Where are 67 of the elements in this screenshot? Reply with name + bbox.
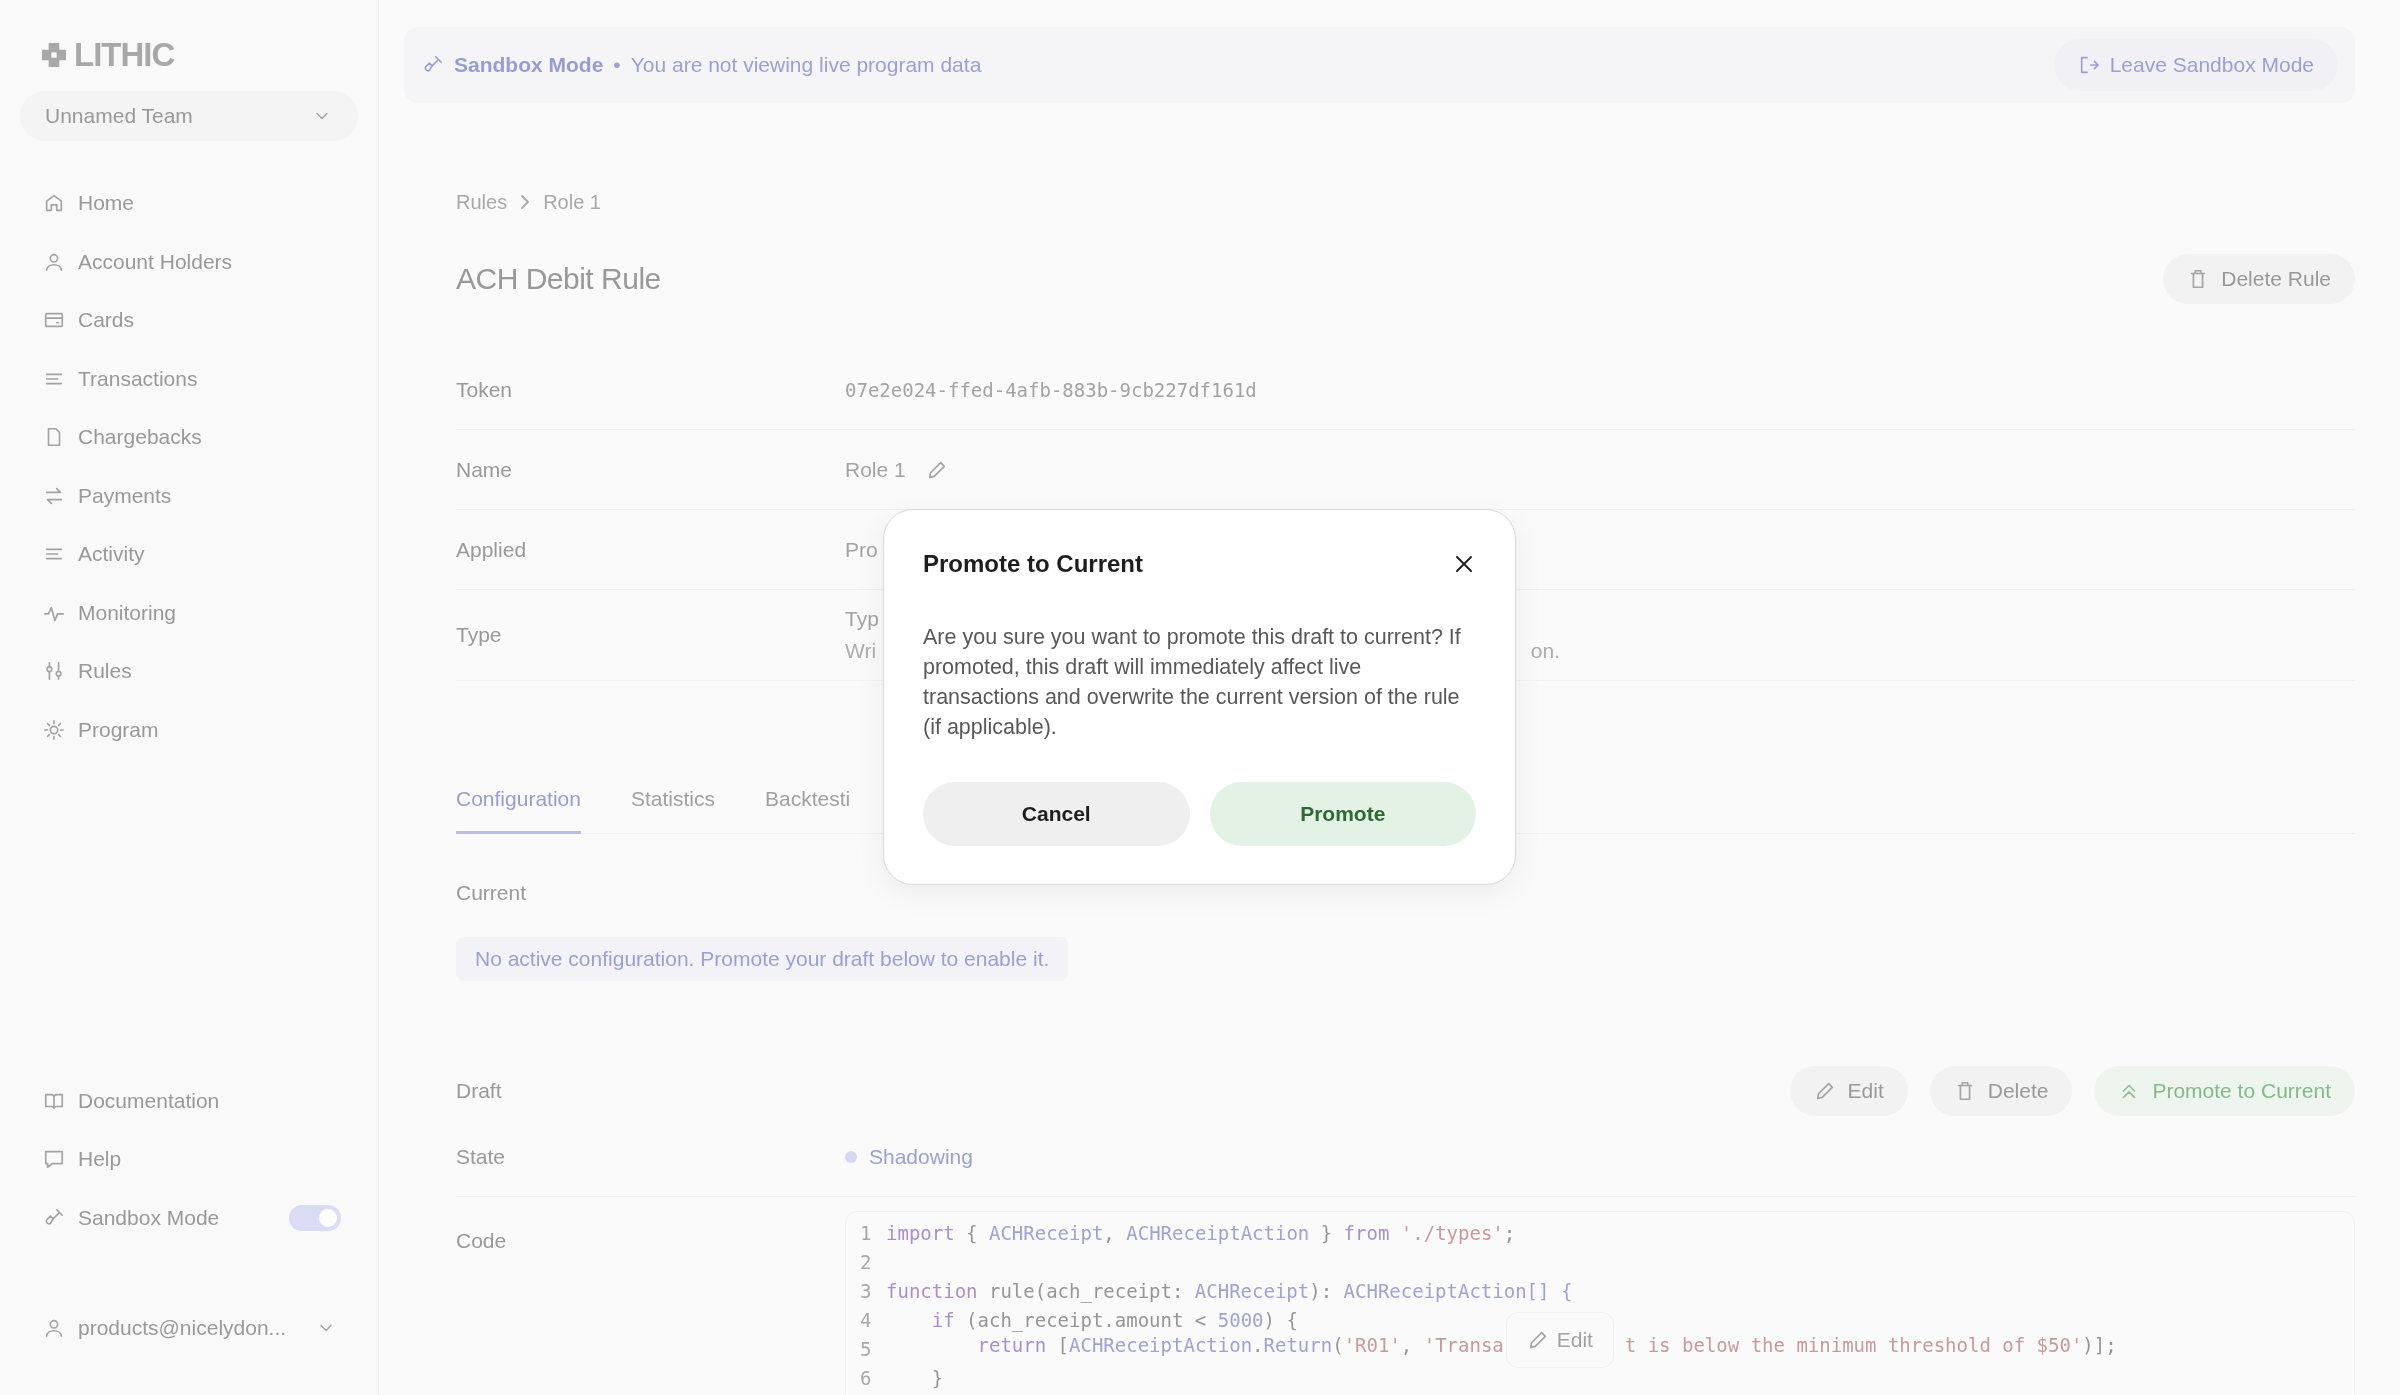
line-number: 1 <box>860 1221 873 1244</box>
nav-item[interactable]: Home <box>20 174 358 233</box>
nav-item[interactable]: Activity <box>20 525 358 584</box>
delete-rule-button[interactable]: Delete Rule <box>2163 254 2355 304</box>
nav-item[interactable]: Program <box>20 700 358 759</box>
tab[interactable]: Statistics <box>630 777 715 834</box>
code-line: import { ACHReceipt, ACHReceiptAction } from './types'; <box>886 1221 1516 1244</box>
detail-value: Typ <box>845 607 879 631</box>
page-title: ACH Debit Rule <box>456 262 661 296</box>
state-value: Shadowing <box>869 1144 973 1169</box>
tab[interactable]: Configuration <box>456 777 581 834</box>
banner-title: Sandbox Mode <box>454 53 604 77</box>
gear-icon <box>43 718 65 741</box>
delete-button[interactable]: Delete <box>1929 1066 2073 1116</box>
breadcrumb-link[interactable]: Role 1 <box>543 190 601 214</box>
breadcrumb-link[interactable]: Rules <box>456 190 508 214</box>
name-value: Role 1 <box>845 457 906 482</box>
line-number: 6 <box>860 1366 873 1389</box>
nav-item[interactable]: Rules <box>20 642 358 701</box>
edit-button[interactable]: Edit <box>1505 1312 1614 1368</box>
logo-text: LITHIC <box>74 36 175 74</box>
line-number: 2 <box>860 1250 873 1273</box>
detail-value: Pro <box>845 537 878 562</box>
nav-item[interactable]: Payments <box>20 466 358 525</box>
nav-item[interactable]: Documentation <box>20 1071 358 1130</box>
toggle-switch[interactable] <box>289 1204 341 1231</box>
token-value: 07e2e024-ffed-4afb-883b-9cb227df161d <box>845 378 1257 401</box>
person-icon <box>43 1317 65 1339</box>
nav-item[interactable]: Cards <box>20 291 358 350</box>
edit-button[interactable]: Edit <box>1789 1066 1908 1116</box>
description-text: Wri <box>845 639 877 663</box>
promote-button[interactable]: Promote <box>1209 782 1476 846</box>
description-text: on. <box>1530 639 1560 663</box>
detail-label: State <box>456 1144 507 1169</box>
banner-message: You are not viewing live program data <box>630 53 982 77</box>
modal-message: Are you sure you want to promote this draft to current? If promoted, this draft will immediately affect live transactions and overwrite the current version of the rule (if applicable). <box>923 624 1462 741</box>
chat-icon <box>43 1148 65 1171</box>
line-number: 5 <box>860 1337 873 1360</box>
detail-label: Name <box>456 457 514 482</box>
nav-item[interactable]: Chargebacks <box>20 408 358 467</box>
team-selector[interactable]: Unnamed Team <box>20 91 358 141</box>
user-menu[interactable]: products@nicelydon... <box>20 1299 358 1357</box>
sandbox-mode-label: Sandbox Mode <box>43 1205 220 1230</box>
section-heading: Current <box>456 881 528 905</box>
cancel-button[interactable]: Cancel <box>923 782 1190 846</box>
nav-item[interactable]: Monitoring <box>20 583 358 642</box>
nav-item[interactable]: Help <box>20 1130 358 1189</box>
detail-label: Token <box>456 377 514 402</box>
detail-label: Code <box>456 1228 508 1254</box>
nav-item[interactable]: Account Holders <box>20 232 358 291</box>
info-message: No active configuration. Promote your draft below to enable it. <box>456 937 1069 981</box>
detail-label: Applied <box>456 537 528 562</box>
leave-sandbox-button[interactable]: Leave Sandbox Mode <box>2053 39 2338 91</box>
chevron-right-icon <box>521 195 530 209</box>
detail-label: Type <box>456 623 503 647</box>
sliders-icon <box>43 660 65 683</box>
code-line: function rule(ach_receipt: ACHReceipt): ACHReceiptAction[] { <box>886 1279 1573 1302</box>
promote-button[interactable]: Promote to Current <box>2094 1066 2355 1116</box>
section-heading: Draft <box>456 1079 502 1103</box>
line-number: 3 <box>860 1279 873 1302</box>
modal-title: Promote to Current <box>923 550 1143 578</box>
code-line: if (ach_receipt.amount < 5000) { <box>930 1308 1298 1331</box>
tab[interactable]: Backtesti <box>764 777 851 834</box>
nav-item[interactable]: Transactions <box>20 349 358 408</box>
separator-dot: • <box>613 53 621 77</box>
line-number: 4 <box>860 1308 873 1331</box>
code-line: } <box>930 1366 944 1389</box>
